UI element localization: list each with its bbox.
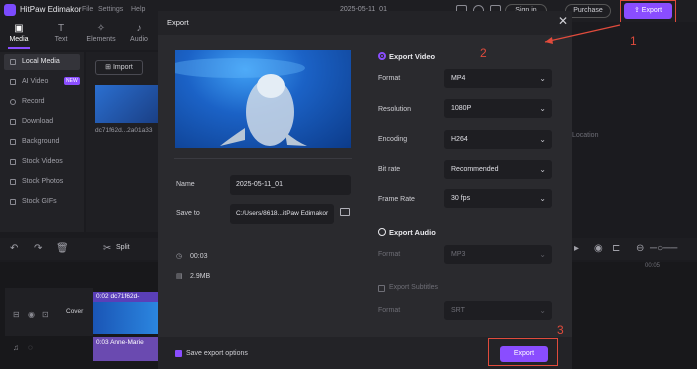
annotation-arrow xyxy=(544,24,621,44)
